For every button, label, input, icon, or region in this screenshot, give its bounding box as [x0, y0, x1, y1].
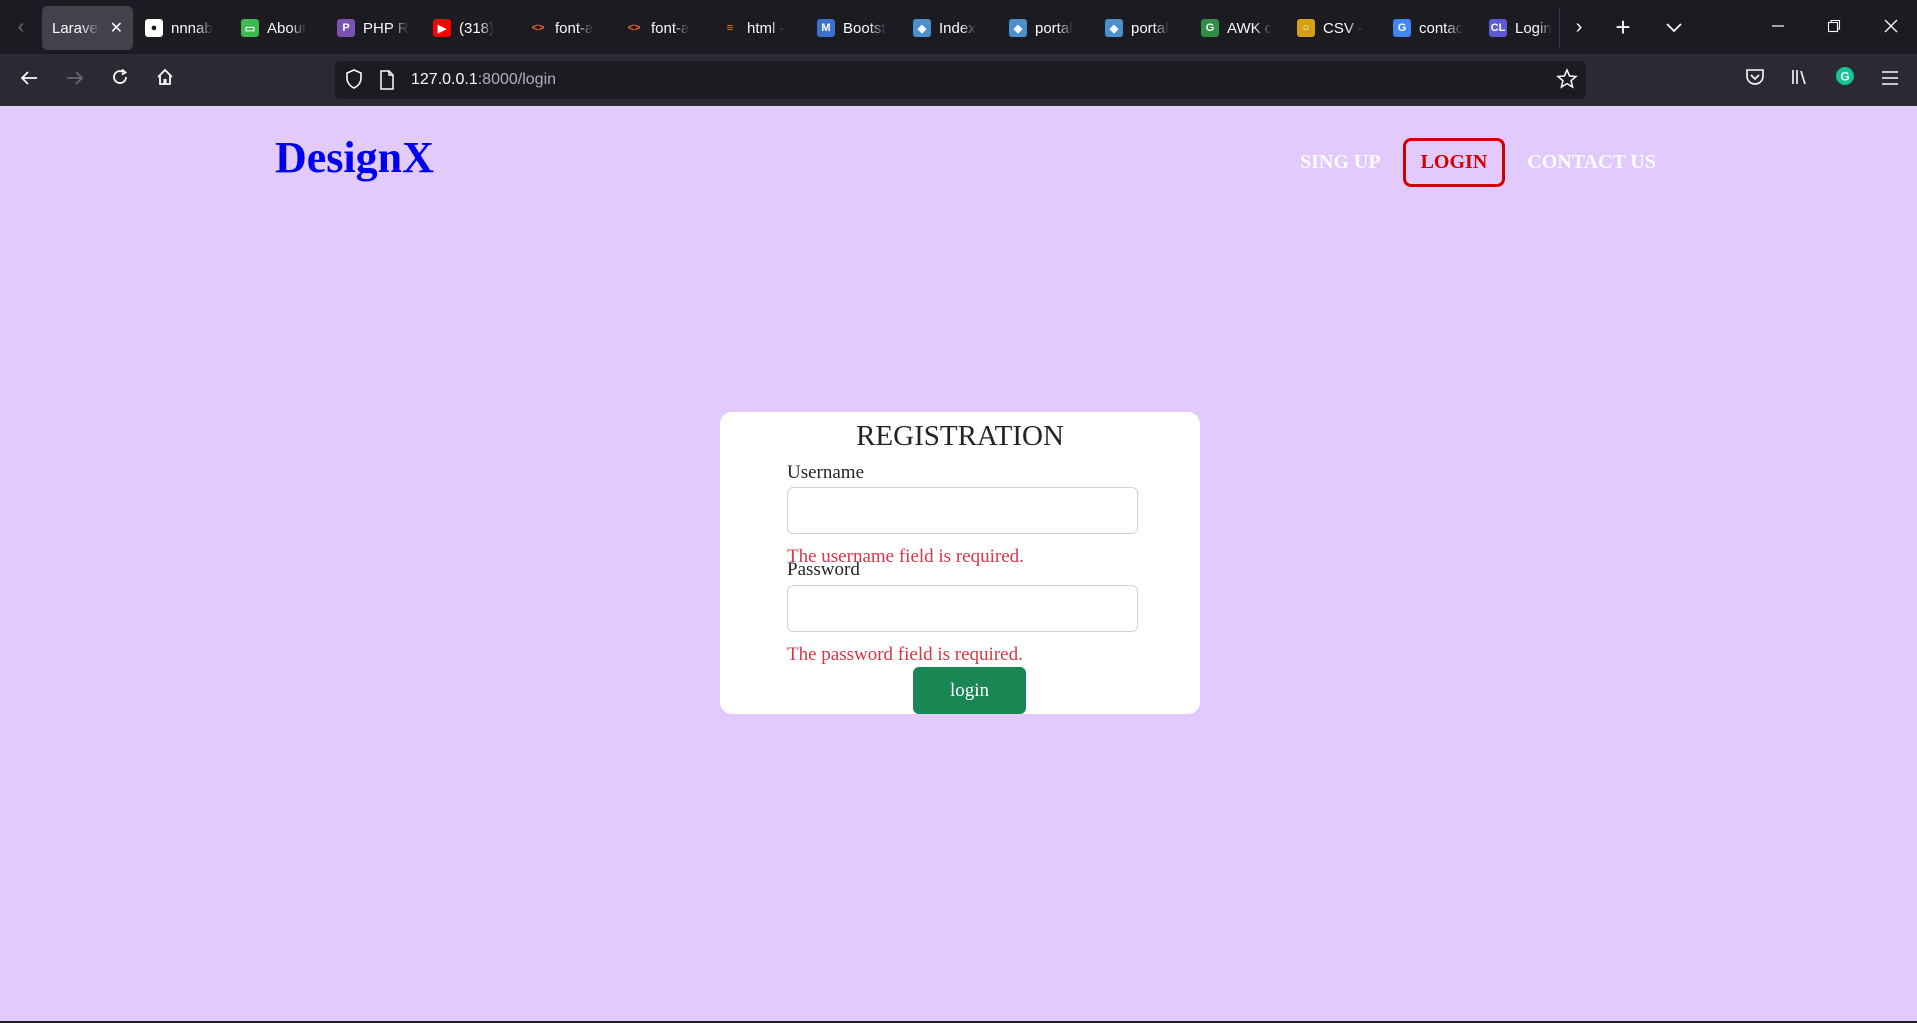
- browser-toolbar: 127.0.0.1:8000/login G: [0, 54, 1917, 106]
- browser-tab[interactable]: ◆ Index: [903, 6, 999, 50]
- tab-label: About: [267, 19, 307, 37]
- reload-icon[interactable]: [105, 65, 135, 95]
- github-icon: ●: [145, 19, 163, 37]
- browser-tab[interactable]: ◆ portal: [999, 6, 1095, 50]
- nav-contact-link[interactable]: CONTACT US: [1509, 139, 1674, 186]
- tab-label: html -: [747, 19, 785, 37]
- stackoverflow-icon: ≡: [726, 22, 734, 34]
- restore-icon[interactable]: [1817, 12, 1851, 42]
- new-tab-icon[interactable]: +: [1606, 12, 1640, 42]
- address-bar[interactable]: 127.0.0.1:8000/login: [335, 61, 1586, 99]
- tab-scroll-left-icon[interactable]: ‹: [6, 12, 36, 42]
- tracking-protection-icon[interactable]: [343, 68, 365, 95]
- nav-login-link[interactable]: LOGIN: [1402, 138, 1506, 187]
- bookmark-star-icon[interactable]: [1556, 68, 1578, 95]
- tab-label: Index: [939, 19, 976, 37]
- tab-label: Bootst: [843, 19, 886, 37]
- tab-label: portal: [1131, 19, 1169, 37]
- browser-tab[interactable]: <> font-a: [615, 6, 711, 50]
- url-text[interactable]: 127.0.0.1:8000/login: [411, 71, 556, 89]
- back-icon[interactable]: [14, 65, 44, 95]
- tab-label: (318): [459, 19, 495, 37]
- tab-label: AWK c: [1227, 19, 1273, 37]
- browser-tab-bar: ‹ Laravel ✕ ● nnnab ▭ About P PHP R ▶ (318) <> font…: [0, 0, 1917, 54]
- minimize-icon[interactable]: [1761, 12, 1795, 42]
- list-all-tabs-icon[interactable]: [1657, 12, 1691, 42]
- tab-label: Login: [1515, 19, 1552, 37]
- tab-label: portal: [1035, 19, 1073, 37]
- password-input[interactable]: [787, 585, 1138, 632]
- browser-tab[interactable]: P PHP R: [327, 6, 423, 50]
- browser-tab[interactable]: Laravel ✕: [42, 6, 133, 50]
- pocket-icon[interactable]: [1740, 65, 1770, 95]
- tab-label: CSV -: [1323, 19, 1364, 37]
- portal-icon: ◆: [913, 19, 931, 37]
- code-icon: <>: [627, 22, 641, 34]
- svg-text:G: G: [1840, 70, 1849, 84]
- tab-label: font-a: [651, 19, 690, 37]
- nav-signup-link[interactable]: SING UP: [1282, 139, 1399, 186]
- close-tab-icon[interactable]: ✕: [110, 18, 123, 38]
- password-error: The password field is required.: [787, 644, 1023, 665]
- tab-divider: [1559, 8, 1560, 48]
- grammarly-extension-icon[interactable]: G: [1830, 65, 1860, 95]
- hamburger-menu-icon[interactable]: [1875, 65, 1905, 95]
- page-info-icon[interactable]: [379, 70, 395, 95]
- portal-icon: ◆: [1009, 19, 1027, 37]
- username-input[interactable]: [787, 487, 1138, 534]
- close-window-icon[interactable]: [1874, 12, 1908, 42]
- google-icon: G: [1393, 19, 1411, 37]
- youtube-icon: ▶: [433, 19, 451, 37]
- login-form: REGISTRATION Username The username field…: [720, 412, 1200, 714]
- tab-label: Laravel: [52, 19, 100, 37]
- php-icon: P: [337, 19, 355, 37]
- tab-scroll-right-icon[interactable]: ›: [1562, 12, 1596, 42]
- book-icon: ▭: [241, 19, 259, 37]
- browser-tab[interactable]: ● nnnab: [135, 6, 231, 50]
- tab-label: font-a: [555, 19, 594, 37]
- username-label: Username: [787, 462, 865, 483]
- home-icon[interactable]: [150, 65, 180, 95]
- tab-strip: Laravel ✕ ● nnnab ▭ About P PHP R ▶ (318) <> font-a…: [42, 6, 1575, 50]
- main-nav: SING UP LOGIN CONTACT US: [1282, 138, 1674, 187]
- browser-tab[interactable]: Gcontac: [1383, 6, 1479, 50]
- forward-icon[interactable]: [60, 65, 90, 95]
- form-title: REGISTRATION: [856, 420, 1064, 452]
- code-icon: <>: [531, 22, 545, 34]
- tab-label: contac: [1419, 19, 1464, 37]
- portal-icon: ◆: [1105, 19, 1123, 37]
- page-viewport: DesignX SING UP LOGIN CONTACT US REGISTR…: [0, 106, 1917, 1021]
- login-button[interactable]: login: [913, 667, 1026, 714]
- cl-icon: CL: [1489, 19, 1507, 37]
- brand-logo[interactable]: DesignX: [275, 132, 434, 183]
- browser-tab[interactable]: <> font-a: [519, 6, 615, 50]
- browser-tab[interactable]: CL Login: [1479, 6, 1575, 50]
- browser-tab[interactable]: ▶ (318): [423, 6, 519, 50]
- browser-tab[interactable]: ▭ About: [231, 6, 327, 50]
- tab-label: nnnab: [171, 19, 213, 37]
- browser-tab[interactable]: ≡ html -: [711, 6, 807, 50]
- tab-label: PHP R: [363, 19, 409, 37]
- browser-tab[interactable]: ○ CSV -: [1287, 6, 1383, 50]
- csv-icon: ○: [1297, 19, 1315, 37]
- password-label: Password: [787, 559, 860, 580]
- browser-tab[interactable]: G AWK c: [1191, 6, 1287, 50]
- browser-tab[interactable]: M Bootst: [807, 6, 903, 50]
- mdb-icon: M: [817, 19, 835, 37]
- library-icon[interactable]: [1785, 65, 1815, 95]
- browser-tab[interactable]: ◆ portal: [1095, 6, 1191, 50]
- gfg-icon: G: [1201, 19, 1219, 37]
